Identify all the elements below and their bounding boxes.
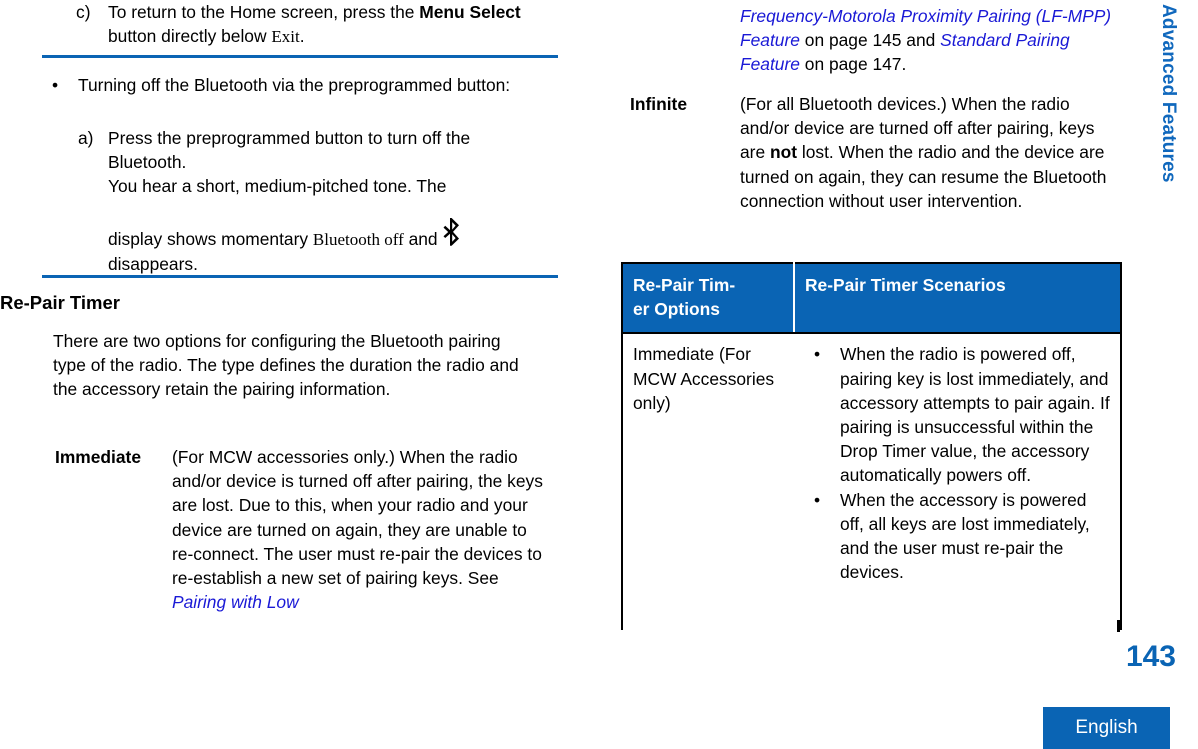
document-page: c) To return to the Home screen, press t…: [0, 0, 1198, 749]
step-c-bold-menu-select: Menu Select: [419, 2, 521, 22]
side-tab-advanced-features: Advanced Features: [1153, 0, 1183, 260]
step-a-line-4: disappears.: [108, 253, 198, 274]
bluetooth-icon: [442, 217, 462, 247]
definition-infinite-bold-not: not: [769, 142, 798, 163]
page-number: 143: [1125, 640, 1176, 673]
bullet-dot: •: [814, 344, 821, 365]
section-divider-top: [42, 55, 558, 58]
step-a-line-3: display shows momentary Bluetooth off an…: [108, 217, 548, 252]
step-c: c) To return to the Home screen, press t…: [0, 0, 560, 49]
definition-immediate-term: Immediate: [55, 447, 142, 467]
table-row: Immediate (For MCW Accessories only) • W…: [621, 333, 1122, 631]
table-header: Re-Pair Tim- er Options Re-Pair Timer Sc…: [621, 261, 1122, 335]
re-pair-timer-table: Re-Pair Tim- er Options Re-Pair Timer Sc…: [621, 261, 1122, 631]
left-column: c) To return to the Home screen, press t…: [0, 0, 560, 612]
step-c-text-3: .: [299, 26, 305, 47]
bluetooth-off-label: Bluetooth off: [312, 229, 404, 249]
definition-immediate-body: (For MCW accessories only.) When the rad…: [172, 445, 544, 614]
definition-immediate-text: (For MCW accessories only.) When the rad…: [172, 447, 543, 589]
bullet-dot: •: [814, 489, 821, 510]
table-scenario-text-2: When the accessory is powered off, all k…: [840, 489, 1090, 583]
definition-infinite: Infinite (For all Bluetooth devices.) Wh…: [621, 92, 1131, 213]
section-divider-bottom: [42, 275, 558, 278]
definition-immediate: Immediate (For MCW accessories only.) Wh…: [0, 445, 560, 614]
continued-reference-text-2: on page 147.: [799, 54, 907, 75]
step-c-text-1: To return to the Home screen, press the: [108, 2, 420, 22]
footer-tick-mark: [1117, 620, 1120, 632]
step-a: a) Press the preprogrammed button to tur…: [78, 126, 548, 276]
side-tab-label: Advanced Features: [1158, 4, 1179, 183]
table-body: Immediate (For MCW Accessories only) • W…: [621, 333, 1122, 631]
language-badge: English: [1043, 707, 1170, 749]
heading-re-pair-timer: Re-Pair Timer: [0, 292, 120, 313]
bullet-turning-off-bluetooth: • Turning off the Bluetooth via the prep…: [52, 73, 568, 97]
table-header-cell-scenarios: Re-Pair Timer Scenarios: [794, 261, 1122, 335]
step-a-line-3-pre: display shows momentary: [108, 228, 313, 249]
table-cell-scenarios: • When the radio is powered off, pairing…: [794, 333, 1122, 631]
step-a-marker: a): [78, 128, 94, 148]
table-header-options-line2: er Options: [633, 299, 720, 320]
definition-infinite-body: (For all Bluetooth devices.) When the ra…: [740, 92, 1112, 213]
step-a-line-2: You hear a short, medium-pitched tone. T…: [108, 176, 447, 197]
bullet-turning-off-text: Turning off the Bluetooth via the prepro…: [78, 75, 511, 95]
table-scenario-text-1: When the radio is powered off, pairing k…: [840, 344, 1110, 486]
continued-reference-text-1: on page 145 and: [799, 30, 941, 51]
definition-infinite-term: Infinite: [630, 94, 687, 114]
step-c-text-2: button directly below: [108, 26, 272, 47]
step-a-line-1: Press the preprogrammed button to turn o…: [108, 128, 471, 173]
bullet-dot: •: [52, 75, 59, 95]
step-c-exit-label: Exit: [271, 27, 300, 47]
table-scenario-bullet-2: • When the accessory is powered off, all…: [808, 488, 1112, 585]
table-header-row: Re-Pair Tim- er Options Re-Pair Timer Sc…: [621, 261, 1122, 335]
table-header-options-line1: Re-Pair Tim-: [633, 275, 736, 295]
step-a-line-3-mid: and: [403, 228, 443, 249]
intro-paragraph: There are two options for configuring th…: [53, 331, 519, 400]
step-c-marker: c): [76, 2, 91, 22]
link-pairing-with-low[interactable]: Pairing with Low: [172, 592, 299, 612]
table-cell-option-immediate: Immediate (For MCW Accessories only): [621, 333, 794, 631]
table-header-cell-options: Re-Pair Tim- er Options: [621, 261, 795, 335]
continued-reference: Frequency-Motorola Proximity Pairing (LF…: [740, 4, 1112, 77]
table-scenario-bullet-1: • When the radio is powered off, pairing…: [808, 342, 1112, 487]
